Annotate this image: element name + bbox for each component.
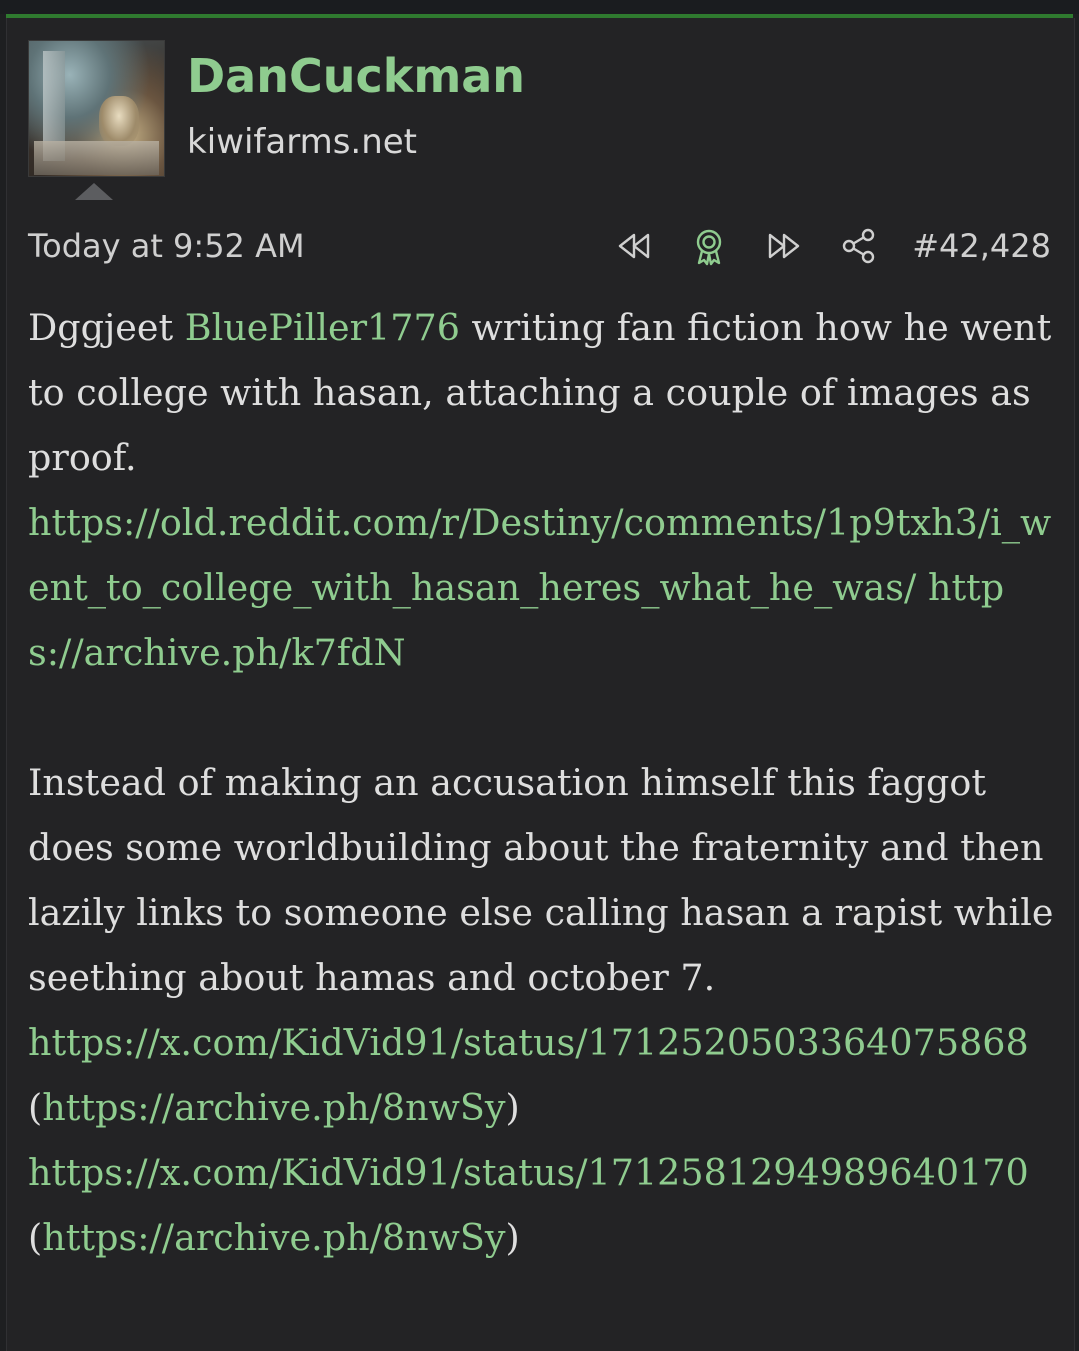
top-bar: [0, 0, 1079, 14]
rewind-icon[interactable]: [614, 226, 654, 266]
username[interactable]: DanCuckman: [187, 48, 525, 104]
archive-link-2[interactable]: https://archive.ph/8nwSy: [42, 1086, 505, 1129]
avatar-caret: [75, 183, 113, 200]
reddit-link[interactable]: https://old.reddit.com/r/Destiny/comment…: [28, 501, 1051, 609]
links-block-1: https://old.reddit.com/r/Destiny/comment…: [28, 490, 1058, 685]
fast-forward-icon[interactable]: [764, 226, 804, 266]
award-icon[interactable]: [689, 226, 729, 266]
x-link-line-1: https://x.com/KidVid91/status/1712520503…: [28, 1021, 1029, 1129]
share-icon[interactable]: [839, 226, 879, 266]
user-mention[interactable]: BluePiller1776: [185, 306, 460, 349]
x-link-2[interactable]: https://x.com/KidVid91/status/1712581294…: [28, 1151, 1029, 1194]
post-body: Dggjeet BluePiller1776 writing fan ficti…: [28, 295, 1058, 1270]
archive-link-3[interactable]: https://archive.ph/8nwSy: [42, 1216, 505, 1259]
post-number[interactable]: #42,428: [912, 224, 1051, 268]
avatar[interactable]: [28, 40, 165, 177]
paragraph-1: Dggjeet BluePiller1776 writing fan ficti…: [28, 306, 1052, 479]
x-link-line-2: https://x.com/KidVid91/status/1712581294…: [28, 1151, 1029, 1259]
site-label: kiwifarms.net: [187, 122, 418, 162]
x-link-1[interactable]: https://x.com/KidVid91/status/1712520503…: [28, 1021, 1029, 1064]
paragraph-2: Instead of making an accusation himself …: [28, 761, 1054, 999]
